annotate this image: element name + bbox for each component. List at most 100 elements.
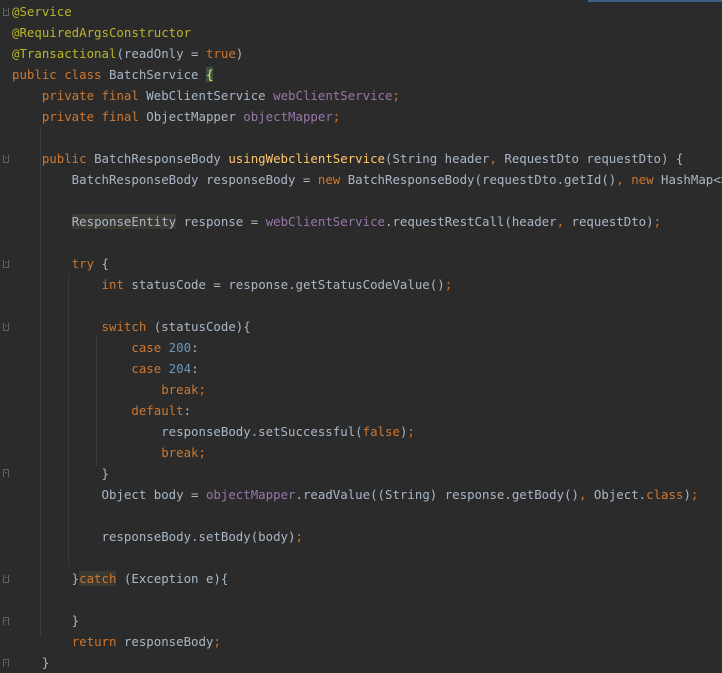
code-token: (Exception e){ [116,571,229,586]
code-token: .readValue((String) response.getBody() [295,487,579,502]
code-token: BatchResponseBody [94,151,229,166]
fold-marker-icon[interactable] [3,155,9,163]
code-editor[interactable]: @Service @RequiredArgsConstructor @Trans… [0,1,722,670]
code-token: ) [683,487,691,502]
code-line-28: }catch (Exception e){ [12,568,228,589]
code-token: } [12,655,50,670]
code-token: responseBody.setBody(body) [12,529,296,544]
code-token: ; [444,277,453,292]
fold-marker-icon[interactable] [3,575,9,583]
fold-gutter [0,1,10,669]
code-token: : [183,403,192,418]
code-token: Object body = [12,487,206,502]
code-token: webClientService [273,88,393,103]
code-token: @Service [12,4,72,19]
code-token: new [317,172,348,187]
code-line-18: case 204: [12,358,198,379]
code-token: responseBody [123,634,214,649]
fold-marker-icon[interactable] [3,469,9,477]
fold-marker-icon[interactable] [3,617,9,625]
code-token: } [12,613,80,628]
fold-marker-icon[interactable] [3,8,9,16]
code-token: BatchResponseBody responseBody = [12,172,318,187]
code-token: public [41,151,95,166]
code-token: requestDto) [571,214,654,229]
code-token: (statusCode){ [153,319,251,334]
code-token: , [489,151,505,166]
code-token: break; [161,445,206,460]
code-token: response = [176,214,266,229]
code-token: ; [332,109,341,124]
fold-marker-icon[interactable] [3,260,9,268]
code-line-30: } [12,610,79,631]
code-token: public class [12,67,109,82]
code-token: webClientService [265,214,386,229]
code-token: true [205,46,236,61]
code-line-31: return responseBody; [12,631,221,652]
code-token: switch [101,319,154,334]
code-line-20: default: [12,400,191,421]
code-token: return [71,634,124,649]
code-token: case [131,340,169,355]
code-line-26: responseBody.setBody(body); [12,526,303,547]
code-token: try [71,256,102,271]
code-line-5: private final WebClientService webClient… [12,85,400,106]
code-line-22: break; [12,442,206,463]
code-line-13: try { [12,253,109,274]
code-token: Object. [593,487,647,502]
code-token: ; [653,214,662,229]
code-token: } [12,571,80,586]
code-token: RequestDto requestDto) { [504,151,684,166]
code-token: HashMap<>()) [661,172,722,187]
code-token: , [616,172,632,187]
code-line-19: break; [12,379,206,400]
code-token: ; [690,487,699,502]
code-token: ResponseEntity [71,214,177,229]
code-token: default [131,403,184,418]
code-token: { [205,67,214,82]
fold-marker-icon[interactable] [3,659,9,667]
code-token: private final [41,109,147,124]
code-token: new [631,172,662,187]
code-token: break; [161,382,206,397]
code-token: catch [79,571,117,586]
code-token: (readOnly = [116,46,206,61]
code-token: .requestRestCall(header [385,214,557,229]
code-line-1: @Service [12,1,72,22]
code-token: ) [235,46,244,61]
code-token: : [191,340,199,355]
code-token: ; [213,634,221,649]
code-line-32: } [12,652,49,673]
code-token: case [131,361,169,376]
code-line-17: case 200: [12,337,199,358]
code-line-14: int statusCode = response.getStatusCodeV… [12,274,453,295]
code-line-6: private final ObjectMapper objectMapper; [12,106,340,127]
code-token: 200 [168,340,192,355]
fold-marker-icon[interactable] [3,323,9,331]
code-token: private final [41,88,147,103]
code-token: usingWebclientService [228,151,385,166]
code-token: ; [392,88,400,103]
code-line-8: public BatchResponseBody usingWebclientS… [12,148,684,169]
code-line-21: responseBody.setSuccessful(false); [12,421,415,442]
code-token: } [12,466,109,481]
code-token: objectMapper [243,109,333,124]
code-line-11: ResponseEntity response = webClientServi… [12,211,661,232]
code-token: @RequiredArgsConstructor [12,25,192,40]
code-token: BatchResponseBody(requestDto.getId() [347,172,617,187]
code-token: BatchService [108,67,206,82]
code-token: { [101,256,109,271]
code-token: , [556,214,572,229]
